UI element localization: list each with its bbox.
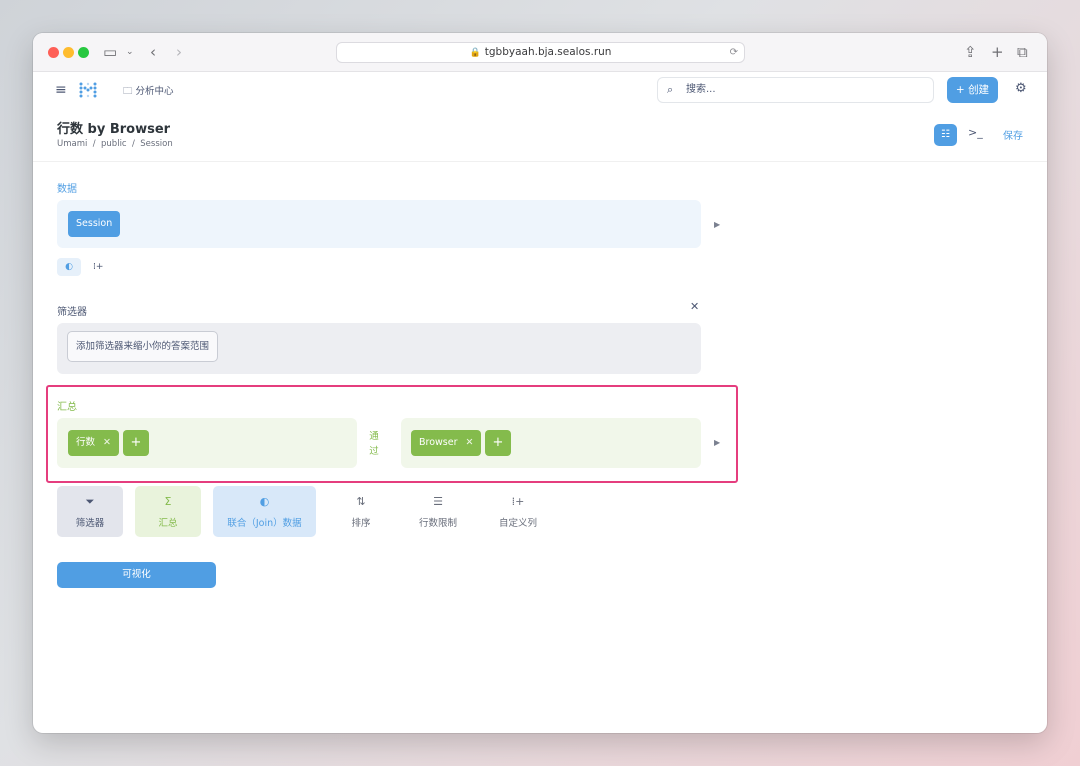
collection-breadcrumb[interactable]: 🗀 分析中心 [123, 83, 174, 100]
filter-icon: ⏷ [85, 495, 95, 508]
minimize-window-button[interactable] [63, 47, 74, 58]
notebook-icon: ☷ [941, 129, 950, 140]
list-icon: ☰ [433, 495, 443, 508]
header-divider [33, 161, 1047, 162]
remove-icon[interactable]: ✕ [103, 437, 111, 448]
data-section-label: 数据 [57, 184, 77, 195]
step-label: 行数限制 [418, 518, 457, 529]
search-placeholder: 搜索... [686, 84, 716, 95]
metabase-logo-icon[interactable] [78, 81, 98, 99]
browser-window: ▭ ⌄ ‹ › 🔒 tgbbyaah.bja.sealos.run ⟳ ⇪ + ⧉… [33, 33, 1047, 733]
step-label: 汇总 [158, 518, 178, 529]
back-icon[interactable]: ‹ [150, 42, 156, 62]
sort-icon: ⇅ [356, 495, 366, 508]
add-sort-step-button[interactable]: ⇅ 排序 [329, 486, 393, 537]
create-button[interactable]: + 创建 [947, 77, 998, 103]
add-limit-step-button[interactable]: ☰ 行数限制 [403, 486, 473, 537]
search-input[interactable]: ⌕ 搜索... [657, 77, 934, 103]
save-button[interactable]: 保存 [1003, 127, 1023, 142]
preview-arrow-icon[interactable]: ▶ [714, 220, 720, 229]
add-join-step-button[interactable]: ◐ 联合（Join）数据 [213, 486, 316, 537]
share-icon[interactable]: ⇪ [964, 42, 977, 62]
visualize-button[interactable]: 可视化 [57, 562, 216, 588]
folder-icon: 🗀 [123, 86, 136, 97]
plus-icon: + [492, 435, 504, 450]
step-label: 筛选器 [75, 518, 105, 529]
add-metric-button[interactable]: + [123, 430, 149, 456]
join-icon: ◐ [259, 495, 270, 508]
by-label: 通 过 [369, 431, 379, 457]
breakout-label: Browser [419, 437, 458, 448]
breadcrumb: Umami / public / Session [57, 139, 173, 149]
add-custom-column-step-button[interactable]: ⁞+ 自定义列 [483, 486, 553, 537]
new-tab-icon[interactable]: + [991, 42, 1004, 62]
metric-pill[interactable]: 行数 ✕ [68, 430, 119, 456]
menu-icon[interactable]: ≡ [55, 82, 67, 98]
collection-name: 分析中心 [135, 86, 174, 97]
lock-icon: 🔒 [469, 48, 481, 58]
sigma-icon: Σ [164, 495, 172, 508]
step-label: 自定义列 [498, 518, 537, 529]
add-breakout-button[interactable]: + [485, 430, 511, 456]
sql-editor-button[interactable]: >_ [968, 126, 983, 139]
tab-overview-icon[interactable]: ⧉ [1017, 42, 1028, 62]
notebook-toggle-button[interactable]: ☷ [934, 124, 957, 146]
add-summarize-step-button[interactable]: Σ 汇总 [135, 486, 201, 537]
question-title[interactable]: 行数 by Browser [57, 118, 170, 137]
close-window-button[interactable] [48, 47, 59, 58]
breakout-pill[interactable]: Browser ✕ [411, 430, 482, 456]
summarize-section-label: 汇总 [57, 402, 77, 413]
join-data-chip[interactable]: ◐ [57, 258, 81, 276]
app-header: ≡ 🗀 分析中心 ⌕ 搜索... + 创建 ⚙ [33, 73, 1047, 107]
remove-icon[interactable]: ✕ [466, 437, 474, 448]
chevron-down-icon[interactable]: ⌄ [126, 42, 134, 62]
sidebar-toggle-icon[interactable]: ▭ [103, 42, 117, 62]
terminal-icon: >_ [968, 126, 983, 139]
step-label: 排序 [351, 518, 371, 529]
add-filter-step-button[interactable]: ⏷ 筛选器 [57, 486, 123, 537]
gear-icon[interactable]: ⚙ [1015, 81, 1027, 96]
custom-column-icon: ⁞+ [511, 495, 525, 508]
plus-icon: + [955, 84, 969, 96]
table-pill[interactable]: Session [68, 211, 121, 237]
filter-section-label: 筛选器 [57, 307, 87, 318]
translate-reload-icon[interactable]: ⟳ [730, 43, 738, 62]
add-filter-button[interactable]: 添加筛选器来缩小你的答案范围 [67, 331, 219, 362]
data-source-panel [57, 200, 701, 248]
address-bar[interactable]: 🔒 tgbbyaah.bja.sealos.run ⟳ [336, 42, 745, 63]
custom-column-icon[interactable]: ⁞+ [93, 262, 103, 272]
url-text: tgbbyaah.bja.sealos.run [484, 46, 612, 58]
close-icon[interactable]: ✕ [690, 300, 699, 313]
forward-icon[interactable]: › [176, 42, 182, 62]
step-label: 联合（Join）数据 [227, 518, 302, 529]
browser-toolbar: ▭ ⌄ ‹ › 🔒 tgbbyaah.bja.sealos.run ⟳ ⇪ + ⧉ [33, 33, 1047, 72]
zoom-window-button[interactable] [78, 47, 89, 58]
preview-arrow-icon[interactable]: ▶ [714, 438, 720, 447]
metric-label: 行数 [76, 437, 96, 448]
search-icon: ⌕ [667, 83, 674, 96]
join-icon: ◐ [65, 262, 73, 272]
plus-icon: + [130, 435, 142, 450]
create-label: 创建 [968, 84, 990, 96]
